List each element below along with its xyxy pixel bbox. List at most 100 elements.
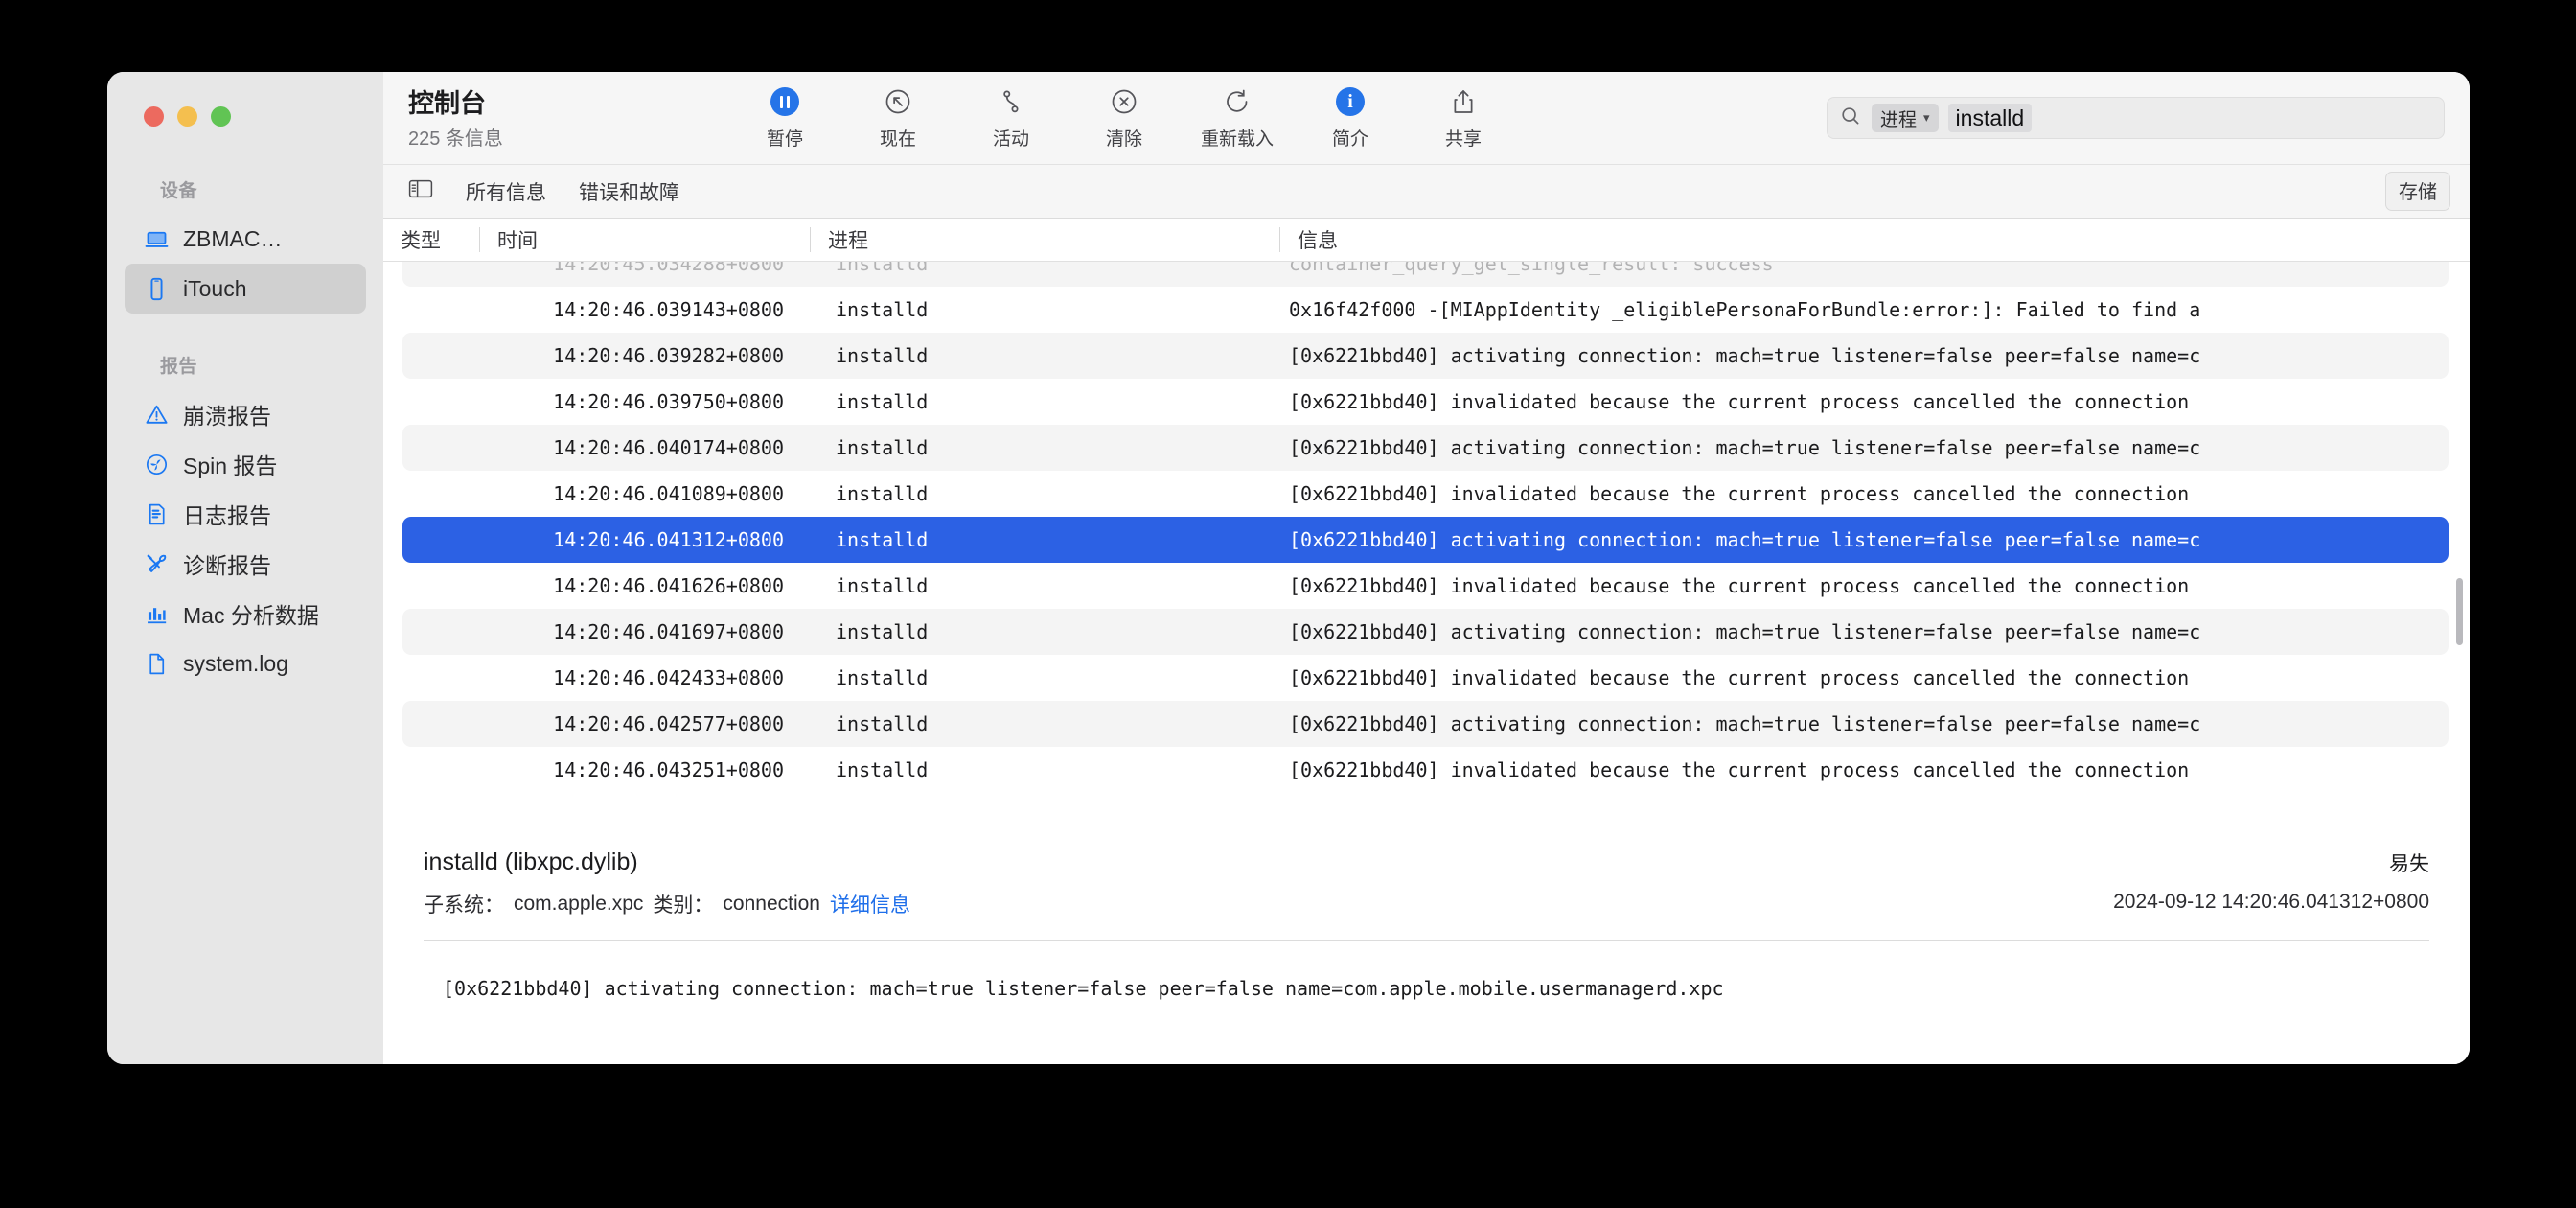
sidebar-item-diagnostic-reports[interactable]: 诊断报告 <box>125 539 366 589</box>
page-title: 控制台 <box>408 89 486 119</box>
column-header-process[interactable]: 进程 <box>810 227 1279 252</box>
table-row[interactable]: 14:20:46.040174+0800 installd [0x6221bbd… <box>402 425 2449 471</box>
log-rows: 14:20:45.034288+0800 installd container_… <box>383 262 2470 793</box>
main-area: 控制台 225 条信息 暂停 现在 活动 清除 重新载入 i 简介 共享 进程 … <box>383 72 2470 1064</box>
table-row[interactable]: 14:20:46.043251+0800 installd [0x6221bbd… <box>402 747 2449 793</box>
log-table[interactable]: 14:20:45.034288+0800 installd container_… <box>383 262 2470 825</box>
sidebar-item-mac-analytics[interactable]: Mac 分析数据 <box>125 589 366 639</box>
cell-time: 14:20:46.041089+0800 <box>553 482 784 505</box>
cell-time: 14:20:46.042577+0800 <box>553 712 784 735</box>
tab-errors-and-faults[interactable]: 错误和故障 <box>579 177 679 206</box>
share-button[interactable]: 共享 <box>1427 85 1500 151</box>
cell-process: installd <box>836 574 929 597</box>
search-field[interactable]: 进程 ▾ installd <box>1827 97 2445 139</box>
document-lines-icon <box>144 501 170 527</box>
toolbar-buttons: 暂停 现在 活动 清除 重新载入 i 简介 共享 <box>748 85 1500 151</box>
chevron-down-icon: ▾ <box>1923 110 1930 125</box>
activity-button[interactable]: 活动 <box>975 85 1047 151</box>
sidebar-item-crash-reports[interactable]: 崩溃报告 <box>125 389 366 439</box>
search-icon <box>1839 105 1862 132</box>
reload-icon <box>1223 85 1252 118</box>
cell-process: installd <box>836 758 929 781</box>
tab-all-messages[interactable]: 所有信息 <box>466 177 546 206</box>
close-button[interactable] <box>144 106 164 127</box>
toolbar-label: 活动 <box>992 129 1029 150</box>
sidebar-item-label: system.log <box>183 650 288 676</box>
cell-process: installd <box>836 344 929 367</box>
table-row[interactable]: 14:20:46.042577+0800 installd [0x6221bbd… <box>402 701 2449 747</box>
sidebar-item-label: 诊断报告 <box>183 553 271 578</box>
toolbar-label: 重新载入 <box>1201 129 1275 150</box>
cell-process: installd <box>836 528 929 551</box>
toolbar-label: 共享 <box>1444 129 1482 150</box>
info-icon: i <box>1336 85 1365 118</box>
minimize-button[interactable] <box>177 106 197 127</box>
cell-time: 14:20:46.039143+0800 <box>553 298 784 321</box>
search-input[interactable]: installd <box>1947 104 2033 132</box>
message-count: 225 条信息 <box>408 128 503 150</box>
toolbar-label: 简介 <box>1331 129 1368 150</box>
cell-process: installd <box>836 712 929 735</box>
zoom-button[interactable] <box>211 106 231 127</box>
cell-process: installd <box>836 262 929 275</box>
cell-message: [0x6221bbd40] invalidated because the cu… <box>1289 758 2190 781</box>
cell-message: [0x6221bbd40] invalidated because the cu… <box>1289 666 2190 689</box>
cell-time: 14:20:46.042433+0800 <box>553 666 784 689</box>
sidebar-item-label: 日志报告 <box>183 503 271 528</box>
table-row[interactable]: 14:20:46.041626+0800 installd [0x6221bbd… <box>402 563 2449 609</box>
clear-button[interactable]: 清除 <box>1088 85 1161 151</box>
reload-button[interactable]: 重新载入 <box>1201 85 1274 151</box>
details-link[interactable]: 详细信息 <box>830 890 910 918</box>
detail-title: installd (libxpc.dylib) <box>424 848 638 875</box>
category-label: 类别： <box>653 894 714 917</box>
cell-time: 14:20:46.043251+0800 <box>553 758 784 781</box>
column-header-type[interactable]: 类型 <box>383 227 479 252</box>
sidebar-item-system-log[interactable]: system.log <box>125 639 366 688</box>
table-row[interactable]: 14:20:45.034288+0800 installd container_… <box>402 262 2449 287</box>
search-scope-token[interactable]: 进程 ▾ <box>1872 104 1939 132</box>
sidebar-item-spin-reports[interactable]: Spin 报告 <box>125 439 366 489</box>
subsystem-value: com.apple.xpc <box>514 893 644 915</box>
share-icon <box>1449 85 1478 118</box>
now-arrow-icon <box>884 85 912 118</box>
wrench-screwdriver-icon <box>144 551 170 577</box>
table-row[interactable]: 14:20:46.041089+0800 installd [0x6221bbd… <box>402 471 2449 517</box>
window-controls <box>107 72 383 127</box>
table-row[interactable]: 14:20:46.039282+0800 installd [0x6221bbd… <box>402 333 2449 379</box>
sidebar-item-itouch[interactable]: iTouch <box>125 264 366 314</box>
column-header-message[interactable]: 信息 <box>1279 227 2470 252</box>
cell-process: installd <box>836 390 929 413</box>
detail-header: installd (libxpc.dylib) 子系统： com.apple.x… <box>424 848 2429 918</box>
table-header: 类型 时间 进程 信息 <box>383 219 2470 262</box>
now-button[interactable]: 现在 <box>862 85 934 151</box>
vertical-scrollbar[interactable] <box>2456 578 2463 645</box>
info-button[interactable]: i 简介 <box>1314 85 1387 151</box>
toolbar-label: 清除 <box>1105 129 1142 150</box>
table-row[interactable]: 14:20:46.039143+0800 installd 0x16f42f00… <box>402 287 2449 333</box>
cell-process: installd <box>836 482 929 505</box>
table-row[interactable]: 14:20:46.042433+0800 installd [0x6221bbd… <box>402 655 2449 701</box>
activity-icon <box>997 85 1025 118</box>
detail-left: installd (libxpc.dylib) 子系统： com.apple.x… <box>424 848 910 918</box>
detail-right: 易失 2024-09-12 14:20:46.041312+0800 <box>2113 848 2429 914</box>
cell-time: 14:20:46.039282+0800 <box>553 344 784 367</box>
pause-button[interactable]: 暂停 <box>748 85 821 151</box>
pause-icon <box>770 85 799 118</box>
column-header-time[interactable]: 时间 <box>479 227 810 252</box>
search-area: 进程 ▾ installd <box>1827 97 2445 139</box>
table-row-selected[interactable]: 14:20:46.041312+0800 installd [0x6221bbd… <box>402 517 2449 563</box>
title-block: 控制台 225 条信息 <box>408 85 748 151</box>
cell-time: 14:20:46.041312+0800 <box>553 528 784 551</box>
cell-process: installd <box>836 436 929 459</box>
cell-process: installd <box>836 666 929 689</box>
sidebar-item-log-reports[interactable]: 日志报告 <box>125 489 366 539</box>
store-button[interactable]: 存储 <box>2385 172 2450 211</box>
sidebar-item-label: 崩溃报告 <box>183 404 271 429</box>
sidebar-toggle-icon[interactable] <box>408 178 433 204</box>
sidebar-item-zbmac[interactable]: ZBMAC… <box>125 214 366 264</box>
table-row[interactable]: 14:20:46.041697+0800 installd [0x6221bbd… <box>402 609 2449 655</box>
toolbar: 控制台 225 条信息 暂停 现在 活动 清除 重新载入 i 简介 共享 进程 … <box>383 72 2470 164</box>
table-row[interactable]: 14:20:46.039750+0800 installd [0x6221bbd… <box>402 379 2449 425</box>
warning-triangle-icon <box>144 402 170 428</box>
cell-time: 14:20:45.034288+0800 <box>553 262 784 275</box>
